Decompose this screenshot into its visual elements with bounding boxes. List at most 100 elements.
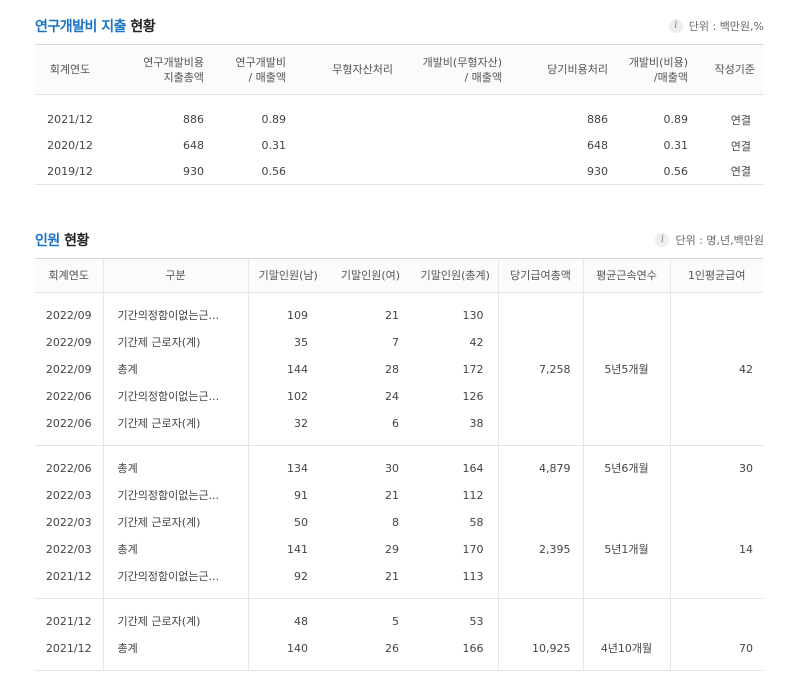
female-count-cell: 7 — [392, 335, 399, 349]
value-cell: 648 — [183, 139, 204, 152]
staff-header-cell: 기말인원(총계) — [413, 258, 498, 293]
avg-pay-cell — [669, 481, 763, 509]
table-row: 2022/09 기간의정함이없는근... 109 21 130 — [35, 301, 763, 329]
category-cell: 총계 — [102, 355, 248, 383]
year-cell: 2019/12 — [35, 158, 105, 185]
table-row: 2022/09 총계 144 28 172 7,258 5년5개월 42 — [35, 355, 763, 383]
avg-pay-cell — [669, 328, 763, 356]
male-count-cell: 50 — [247, 508, 328, 536]
avg-pay-cell — [669, 607, 763, 635]
rnd-section-title: 연구개발비 지출 현황 — [35, 16, 156, 36]
male-count-cell: 134 — [247, 454, 328, 482]
avg-pay-cell: 30 — [669, 454, 763, 482]
pay-total-cell — [497, 607, 583, 635]
category-cell: 기간제 근로자(계) — [102, 508, 248, 536]
staff-header-row: 회계연도 구분 기말인원(남) 기말인원(여) 기말인원(총계) 당기급여총액 평균근속연수… — [35, 258, 763, 293]
table-row: 2022/09 기간제 근로자(계) 35 7 42 — [35, 328, 763, 356]
table-row: 2022/06 기간의정함이없는근... 102 24 126 — [35, 382, 763, 410]
female-count-cell: 21 — [385, 488, 399, 502]
info-icon[interactable]: i — [655, 233, 670, 247]
female-count-cell: 28 — [385, 362, 399, 376]
avg-pay-cell — [669, 409, 763, 437]
staff-unit-note: i 단위 : 명,년,백만원 — [655, 232, 764, 248]
total-count-cell: 172 — [462, 362, 484, 376]
male-count-cell: 102 — [247, 382, 328, 410]
female-count-cell: 21 — [385, 569, 399, 583]
year-cell: 2021/12 — [45, 569, 92, 583]
tenure-cell — [582, 481, 670, 509]
male-count-cell: 35 — [247, 328, 328, 356]
pay-total-cell — [497, 562, 583, 590]
group-pad — [35, 598, 763, 608]
group-pad — [35, 436, 763, 446]
male-count-cell: 141 — [247, 535, 328, 563]
value-cell: 연결 — [696, 158, 763, 185]
year-cell: 2022/09 — [45, 308, 92, 322]
value-cell: 0.56 — [212, 158, 294, 185]
female-count-cell: 21 — [385, 308, 399, 322]
total-count-cell: 42 — [469, 335, 484, 349]
female-count-cell: 26 — [385, 641, 399, 655]
staff-table: 회계연도 구분 기말인원(남) 기말인원(여) 기말인원(총계) 당기급여총액 평균근속연수… — [35, 258, 763, 671]
staff-section-title: 인원 현황 — [35, 230, 89, 250]
rnd-header-row: 회계연도 연구개발비용 지출총액 연구개발비 / 매출액 무형자산처리 개발비(무형자산… — [35, 44, 763, 95]
info-icon[interactable]: i — [668, 19, 683, 33]
staff-header-cell: 당기급여총액 — [497, 258, 583, 293]
pay-total-cell — [497, 301, 583, 329]
group-pad — [35, 292, 763, 302]
value-cell: 0.31 — [663, 139, 689, 152]
tenure-cell — [582, 382, 670, 410]
male-count-cell: 140 — [247, 634, 328, 662]
male-count-cell: 32 — [247, 409, 328, 437]
value-cell: 886 — [183, 113, 204, 126]
year-cell: 2022/06 — [45, 416, 92, 430]
category-cell: 기간제 근로자(계) — [102, 328, 248, 356]
pay-total-cell — [497, 409, 583, 437]
category-cell: 기간의정함이없는근... — [102, 382, 248, 410]
tenure-cell: 5년5개월 — [582, 355, 670, 383]
staff-header-cell: 기말인원(여) — [328, 258, 413, 293]
male-count-cell: 48 — [247, 607, 328, 635]
group-pad — [35, 589, 763, 599]
rnd-unit-note: i 단위 : 백만원,% — [668, 18, 764, 34]
avg-pay-cell — [669, 508, 763, 536]
female-count-cell: 24 — [385, 389, 399, 403]
table-row: 2022/03 총계 141 29 170 2,395 5년1개월 14 — [35, 535, 763, 563]
rnd-header-cell: 당기비용처리 — [510, 44, 616, 95]
rnd-unit-label: 단위 : 백만원,% — [688, 20, 764, 33]
total-count-cell: 112 — [462, 488, 484, 502]
table-row: 2020/12 648 0.31 648 0.31 연결 — [35, 133, 763, 159]
pay-total-cell: 10,925 — [497, 634, 583, 662]
total-count-cell: 164 — [462, 461, 484, 475]
category-cell: 기간의정함이없는근... — [102, 301, 248, 329]
year-cell: 2021/12 — [47, 113, 93, 126]
table-row: 2022/06 기간제 근로자(계) 32 6 38 — [35, 409, 763, 437]
total-count-cell: 38 — [469, 416, 484, 430]
year-cell: 2021/12 — [45, 641, 92, 655]
tenure-cell: 4년10개월 — [582, 634, 670, 662]
category-cell: 총계 — [102, 454, 248, 482]
table-row: 2022/06 총계 134 30 164 4,879 5년6개월 30 — [35, 454, 763, 482]
staff-unit-label: 단위 : 명,년,백만원 — [675, 234, 764, 247]
total-count-cell: 170 — [462, 542, 484, 556]
value-cell: 연결 — [730, 139, 751, 153]
value-cell — [294, 107, 401, 133]
value-cell — [401, 133, 510, 159]
pay-total-cell: 2,395 — [497, 535, 583, 563]
staff-title-highlight: 인원 — [35, 233, 60, 249]
staff-header-cell: 기말인원(남) — [247, 258, 328, 293]
pay-total-cell: 7,258 — [497, 355, 583, 383]
group-pad — [35, 445, 763, 455]
rnd-header-cell: 개발비(비용) /매출액 — [616, 44, 696, 95]
rnd-header-cell: 연구개발비 / 매출액 — [212, 44, 294, 95]
rnd-header-cell: 작성기준 — [696, 44, 763, 95]
category-cell: 기간제 근로자(계) — [102, 607, 248, 635]
value-cell: 연결 — [730, 113, 751, 127]
male-count-cell: 144 — [247, 355, 328, 383]
rnd-header-cell: 회계연도 — [35, 44, 105, 95]
avg-pay-cell: 14 — [669, 535, 763, 563]
avg-pay-cell — [669, 562, 763, 590]
male-count-cell: 109 — [247, 301, 328, 329]
value-cell: 886 — [587, 113, 608, 126]
rnd-header-cell: 개발비(무형자산) / 매출액 — [401, 44, 510, 95]
